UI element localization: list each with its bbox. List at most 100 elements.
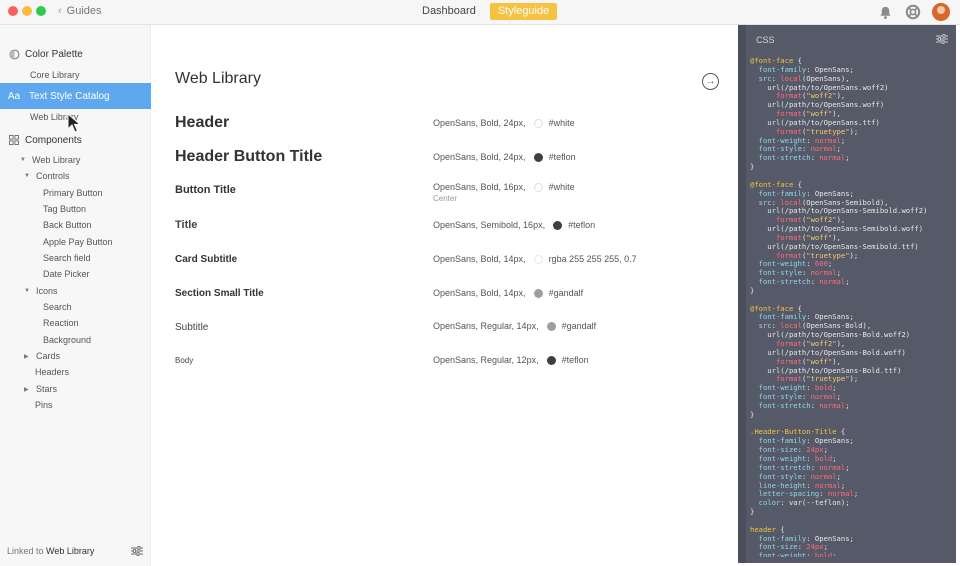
code-line: font-stretch: normal; [758, 400, 850, 410]
tree-item-label: Reaction [43, 318, 79, 328]
style-name: Card Subtitle [175, 254, 238, 265]
tree-item-label: Pins [35, 400, 53, 410]
color-name: #white [548, 118, 575, 128]
color-swatch [533, 288, 543, 298]
spec-text: OpenSans, Bold, 24px, [433, 118, 526, 128]
tree-item-label: Primary Button [43, 188, 103, 198]
style-spec: OpenSans, Semibold, 16px, #teflon [433, 220, 595, 230]
top-right-icons [876, 3, 950, 21]
sidebar-item-components[interactable]: Components [0, 132, 151, 148]
components-grid-icon [8, 134, 20, 146]
code-line: font-weight: bold; [758, 551, 837, 557]
tree-item-label: Stars [36, 384, 58, 394]
tree-item-search[interactable]: Search [0, 299, 151, 315]
css-code-panel: CSS @font-face { font-family: OpenSans; … [738, 25, 956, 563]
user-avatar[interactable] [932, 3, 950, 21]
color-name: rgba 255 255 255, 0.7 [548, 254, 637, 264]
tree-item-label: Web Library [32, 155, 81, 165]
tree-item-apple-pay-button[interactable]: Apple Pay Button [0, 234, 151, 250]
sliders-settings-icon[interactable] [131, 546, 143, 556]
notification-icon[interactable] [876, 3, 894, 21]
code-line: } [750, 285, 755, 295]
tree-item-label: Back Button [43, 220, 92, 230]
tree-item-cards[interactable]: ▶ Cards [0, 348, 151, 364]
tree-item-controls[interactable]: ▼ Controls [0, 168, 151, 184]
tab-dashboard[interactable]: Dashboard [416, 3, 482, 20]
spec-text: OpenSans, Bold, 16px, [433, 182, 526, 192]
tree-item-background[interactable]: Background [0, 332, 151, 348]
tree-item-date-picker[interactable]: Date Picker [0, 266, 151, 282]
title-bar: ‹ Guides Dashboard Styleguide [0, 0, 960, 25]
tree-item-tag-button[interactable]: Tag Button [0, 201, 151, 217]
color-swatch [533, 182, 543, 192]
style-spec: OpenSans, Bold, 24px, #teflon [433, 152, 576, 162]
code-line: } [750, 409, 755, 419]
sidebar: Color Palette Core Library Aa Text Style… [0, 25, 151, 566]
window-zoom-button[interactable] [36, 6, 46, 16]
style-name: Body [175, 356, 194, 365]
back-label: Guides [66, 5, 102, 17]
sidebar-item-label: Core Library [30, 70, 80, 80]
tree-item-stars[interactable]: ▶ Stars [0, 381, 151, 397]
sidebar-item-color-palette[interactable]: Color Palette [0, 46, 151, 62]
code-line: font-stretch: normal; [758, 153, 850, 163]
tree-item-web-library[interactable]: ▼ Web Library [0, 152, 151, 168]
tree-item-icons[interactable]: ▼ Icons [0, 283, 151, 299]
sidebar-item-text-style-catalog[interactable]: Aa Text Style Catalog [0, 83, 151, 109]
style-name: Section Small Title [175, 288, 264, 299]
code-gutter [738, 25, 746, 563]
style-name: Button Title [175, 184, 236, 196]
sliders-settings-icon[interactable] [936, 34, 948, 44]
tree-item-pins[interactable]: Pins [0, 397, 151, 413]
disclosure-collapsed-icon[interactable]: ▶ [24, 386, 30, 393]
style-name: Subtitle [175, 322, 209, 333]
window-close-button[interactable] [8, 6, 18, 16]
tree-item-primary-button[interactable]: Primary Button [0, 185, 151, 201]
code-line: font-stretch: normal; [758, 277, 850, 287]
palette-icon [8, 48, 20, 60]
tree-item-label: Tag Button [43, 204, 87, 214]
tree-item-search-field[interactable]: Search field [0, 250, 151, 266]
style-spec: OpenSans, Regular, 14px, #gandalf [433, 321, 596, 331]
linked-library-link[interactable]: Web Library [46, 546, 94, 556]
arrow-right-circle-icon[interactable]: → [702, 73, 719, 90]
style-spec: OpenSans, Bold, 16px, #white [433, 182, 575, 192]
css-panel-title: CSS [756, 35, 775, 45]
spec-text: OpenSans, Bold, 24px, [433, 152, 526, 162]
style-name: Title [175, 219, 198, 231]
color-swatch [546, 355, 556, 365]
color-name: #gandalf [561, 321, 597, 331]
sidebar-item-label: Text Style Catalog [29, 90, 110, 102]
tree-item-label: Search field [43, 253, 91, 263]
color-swatch [533, 118, 543, 128]
sidebar-item-label: Components [25, 134, 82, 146]
tree-item-label: Search [43, 302, 72, 312]
mouse-pointer-icon [67, 113, 81, 133]
disclosure-expanded-icon[interactable]: ▼ [24, 173, 30, 179]
disclosure-expanded-icon[interactable]: ▼ [24, 288, 30, 294]
alignment-note: Center [433, 194, 458, 203]
window-minimize-button[interactable] [22, 6, 32, 16]
code-line: } [750, 162, 755, 172]
tree-item-label: Date Picker [43, 269, 90, 279]
color-name: #teflon [548, 152, 576, 162]
style-spec: OpenSans, Bold, 14px, #gandalf [433, 288, 583, 298]
color-name: #white [548, 182, 575, 192]
color-name: #teflon [568, 220, 596, 230]
disclosure-collapsed-icon[interactable]: ▶ [24, 353, 30, 360]
sidebar-item-label: Color Palette [25, 48, 83, 60]
tab-styleguide[interactable]: Styleguide [489, 3, 558, 20]
back-to-guides-link[interactable]: ‹ Guides [58, 5, 102, 17]
color-name: #gandalf [548, 288, 584, 298]
disclosure-expanded-icon[interactable]: ▼ [20, 157, 26, 163]
tree-item-label: Background [43, 335, 92, 345]
css-code-block[interactable]: @font-face { font-family: OpenSans; src:… [750, 57, 956, 557]
tree-item-headers[interactable]: Headers [0, 364, 151, 380]
spec-text: OpenSans, Semibold, 16px, [433, 220, 546, 230]
help-lifebuoy-icon[interactable] [904, 3, 922, 21]
tree-item-reaction[interactable]: Reaction [0, 315, 151, 331]
sidebar-item-core-library[interactable]: Core Library [0, 67, 151, 83]
spec-text: OpenSans, Bold, 14px, [433, 254, 526, 264]
color-swatch [533, 254, 543, 264]
tree-item-back-button[interactable]: Back Button [0, 217, 151, 233]
